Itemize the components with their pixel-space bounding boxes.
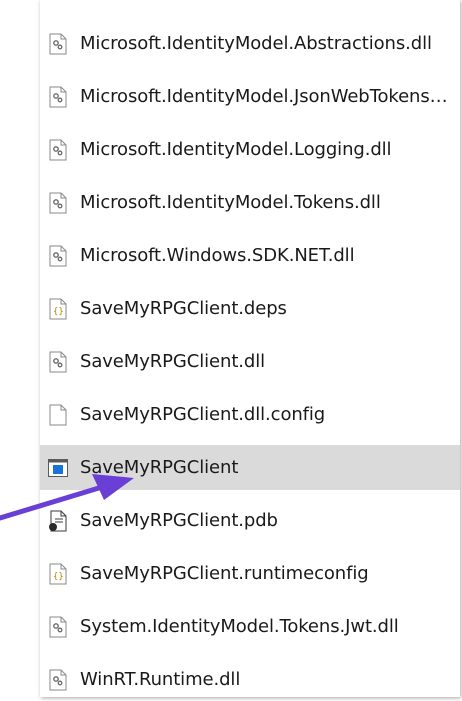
file-row[interactable]: SaveMyRPGClient.dll.config xyxy=(40,388,460,441)
svg-text:{}: {} xyxy=(53,307,64,317)
file-row[interactable]: Microsoft.IdentityModel.JsonWebTokens...… xyxy=(40,70,460,123)
blank-file-icon xyxy=(48,403,68,427)
svg-text:{}: {} xyxy=(53,572,64,582)
file-name: Microsoft.Windows.SDK.NET.dll xyxy=(80,245,355,266)
dll-gear-icon xyxy=(48,85,68,109)
file-name: WinRT.Runtime.dll xyxy=(80,669,241,690)
dll-gear-icon xyxy=(48,668,68,692)
file-name: Microsoft.IdentityModel.Logging.dll xyxy=(80,139,392,160)
file-name: SaveMyRPGClient xyxy=(80,457,239,478)
file-row[interactable]: SaveMyRPGClient.dll xyxy=(40,335,460,388)
file-name: System.IdentityModel.Tokens.Jwt.dll xyxy=(80,616,399,637)
file-list: Microsoft.IdentityModel.Abstractions.dll… xyxy=(40,0,460,697)
file-row[interactable]: {} SaveMyRPGClient.deps xyxy=(40,282,460,335)
file-row-selected[interactable]: SaveMyRPGClient xyxy=(40,445,460,490)
file-row[interactable]: System.IdentityModel.Tokens.Jwt.dll xyxy=(40,600,460,653)
json-file-icon: {} xyxy=(48,562,68,586)
file-row[interactable]: Microsoft.IdentityModel.Abstractions.dll xyxy=(40,17,460,70)
file-row[interactable]: Microsoft.Windows.SDK.NET.dll xyxy=(40,229,460,282)
dll-gear-icon xyxy=(48,244,68,268)
file-name: SaveMyRPGClient.pdb xyxy=(80,510,278,531)
dll-gear-icon xyxy=(48,32,68,56)
file-name: SaveMyRPGClient.deps xyxy=(80,298,287,319)
file-row[interactable]: Microsoft.IdentityModel.Tokens.dll xyxy=(40,176,460,229)
json-file-icon: {} xyxy=(48,297,68,321)
dll-gear-icon xyxy=(48,350,68,374)
dll-gear-icon xyxy=(48,191,68,215)
file-row[interactable]: SaveMyRPGClient.pdb xyxy=(40,494,460,547)
file-name: Microsoft.IdentityModel.Abstractions.dll xyxy=(80,33,432,54)
file-name: SaveMyRPGClient.runtimeconfig xyxy=(80,563,369,584)
application-icon xyxy=(48,456,68,480)
file-name: SaveMyRPGClient.dll xyxy=(80,351,266,372)
file-row[interactable]: {} SaveMyRPGClient.runtimeconfig xyxy=(40,547,460,600)
file-row[interactable]: WinRT.Runtime.dll xyxy=(40,653,460,697)
file-row[interactable]: Microsoft.IdentityModel.Logging.dll xyxy=(40,123,460,176)
file-name: Microsoft.IdentityModel.Tokens.dll xyxy=(80,192,381,213)
file-name: Microsoft.IdentityModel.JsonWebTokens...… xyxy=(80,86,452,107)
dll-gear-icon xyxy=(48,615,68,639)
dll-gear-icon xyxy=(48,138,68,162)
file-list-panel: Microsoft.IdentityModel.Abstractions.dll… xyxy=(40,0,460,697)
file-name: SaveMyRPGClient.dll.config xyxy=(80,404,326,425)
pdb-file-icon xyxy=(48,509,68,533)
